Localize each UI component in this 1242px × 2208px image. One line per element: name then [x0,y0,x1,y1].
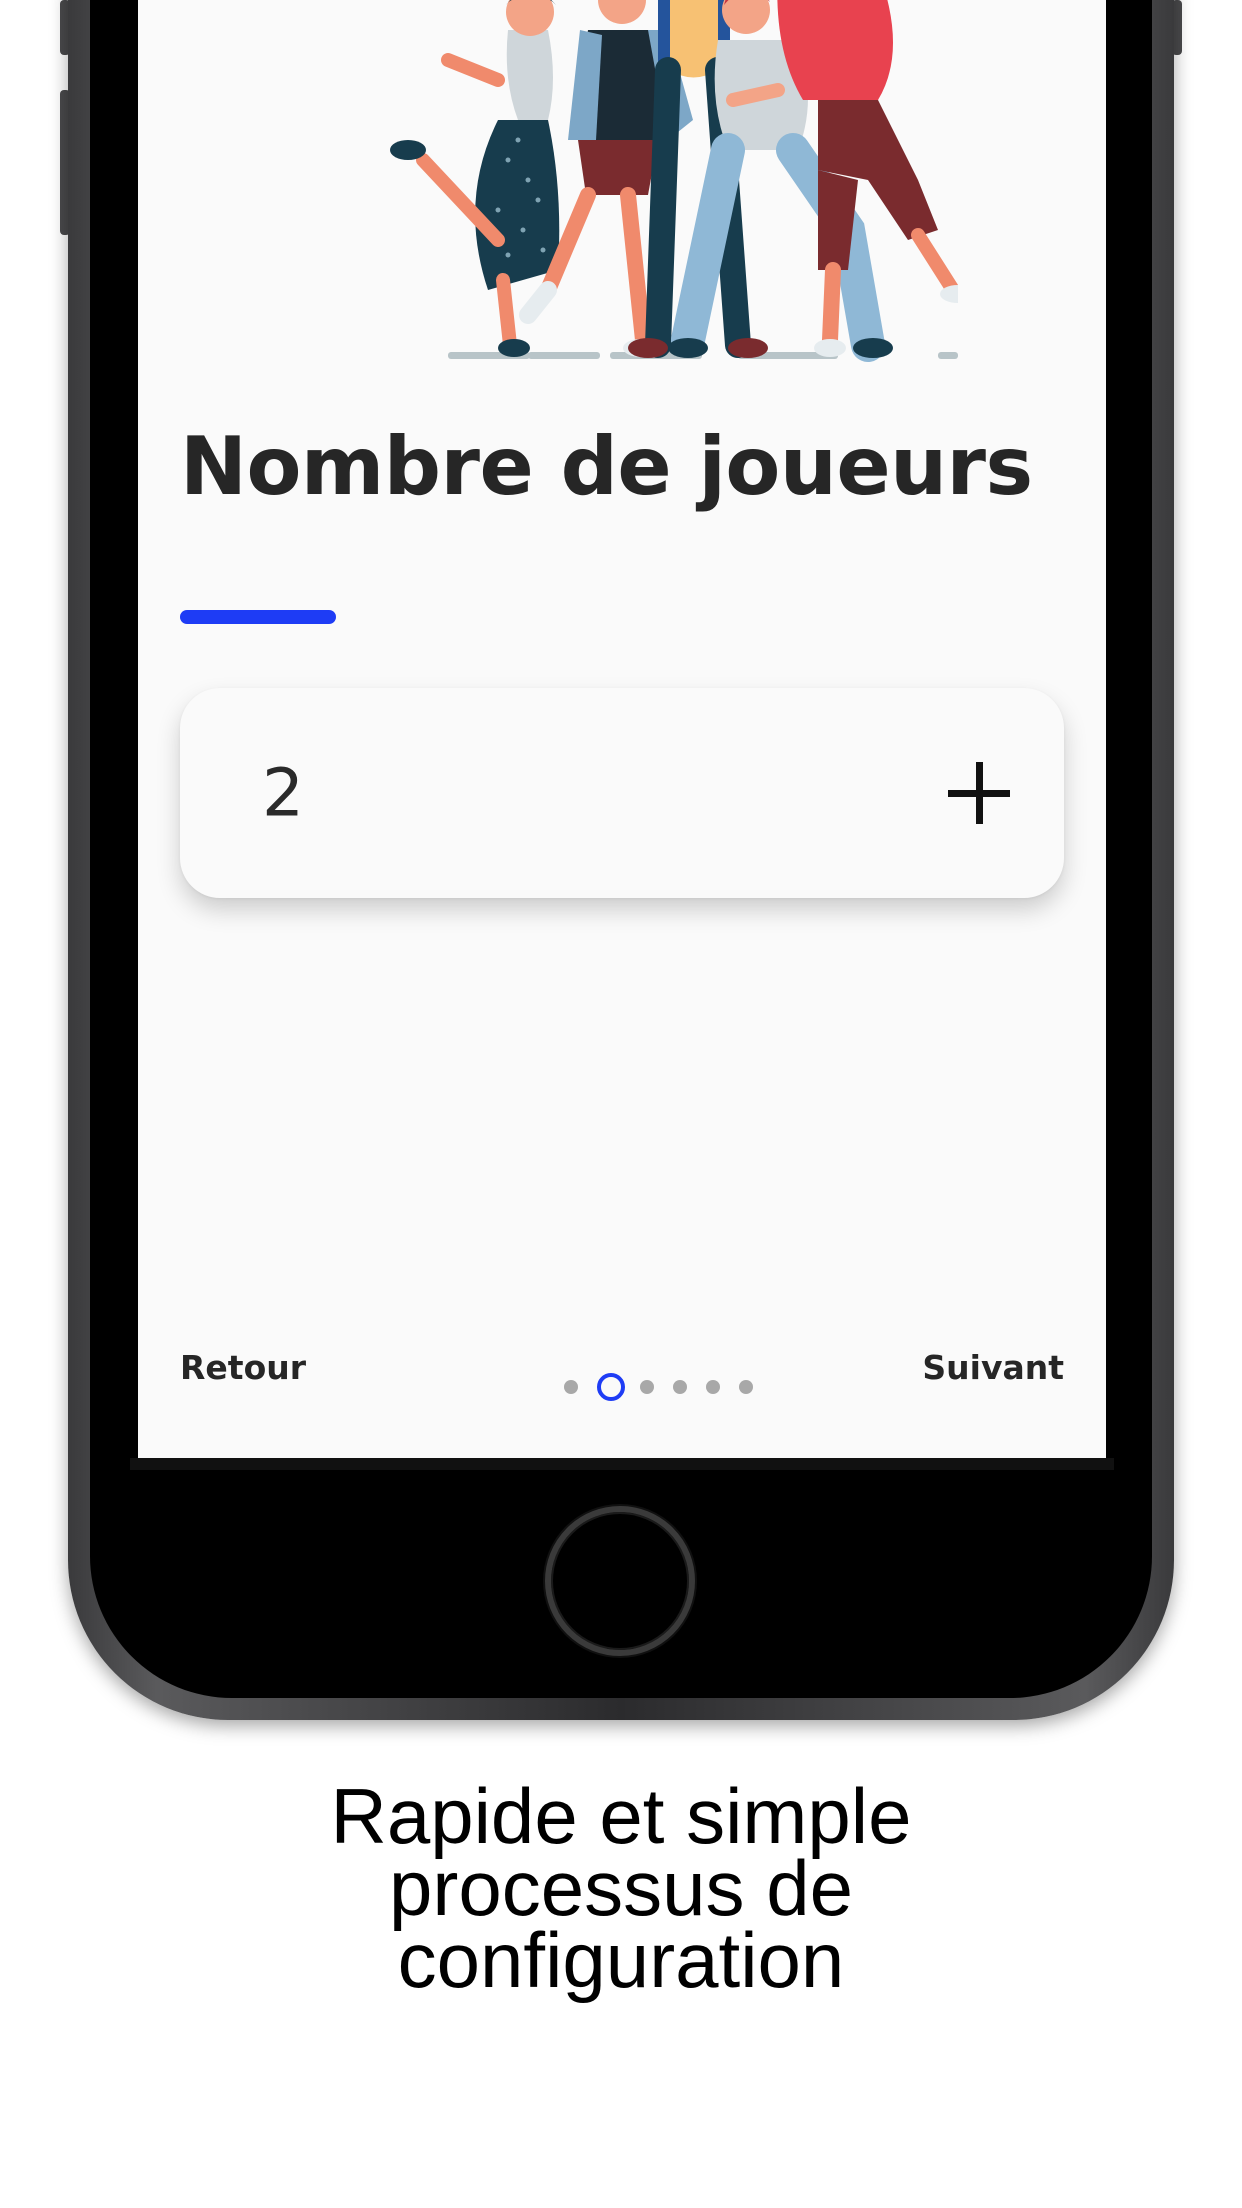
screen-edge [130,1458,1114,1470]
home-button[interactable] [545,1506,695,1656]
player-count-value: 2 [262,754,304,832]
page-indicator [564,1372,772,1402]
title-accent-bar [180,610,336,624]
marketing-caption: Rapide et simple processus de configurat… [0,1772,1242,2004]
group-of-friends-illustration [390,0,958,362]
caption-line: configuration [397,1916,845,2004]
page-dot-active[interactable] [597,1373,625,1401]
page-dot[interactable] [673,1380,687,1394]
next-button[interactable]: Suivant [922,1348,1064,1387]
caption-line: Rapide et simple [330,1772,912,1860]
player-count-stepper: 2 [180,688,1064,898]
page-dot[interactable] [706,1380,720,1394]
increment-button[interactable] [934,748,1024,838]
page-dot[interactable] [564,1380,578,1394]
app-screen: Nombre de joueurs 2 Retour Suivant [138,0,1106,1458]
back-button[interactable]: Retour [180,1348,306,1387]
page-dot[interactable] [640,1380,654,1394]
caption-line: processus de [389,1844,853,1932]
page-title: Nombre de joueurs [180,420,1033,513]
wizard-navigation: Retour Suivant [180,1348,1064,1428]
page-dot[interactable] [739,1380,753,1394]
